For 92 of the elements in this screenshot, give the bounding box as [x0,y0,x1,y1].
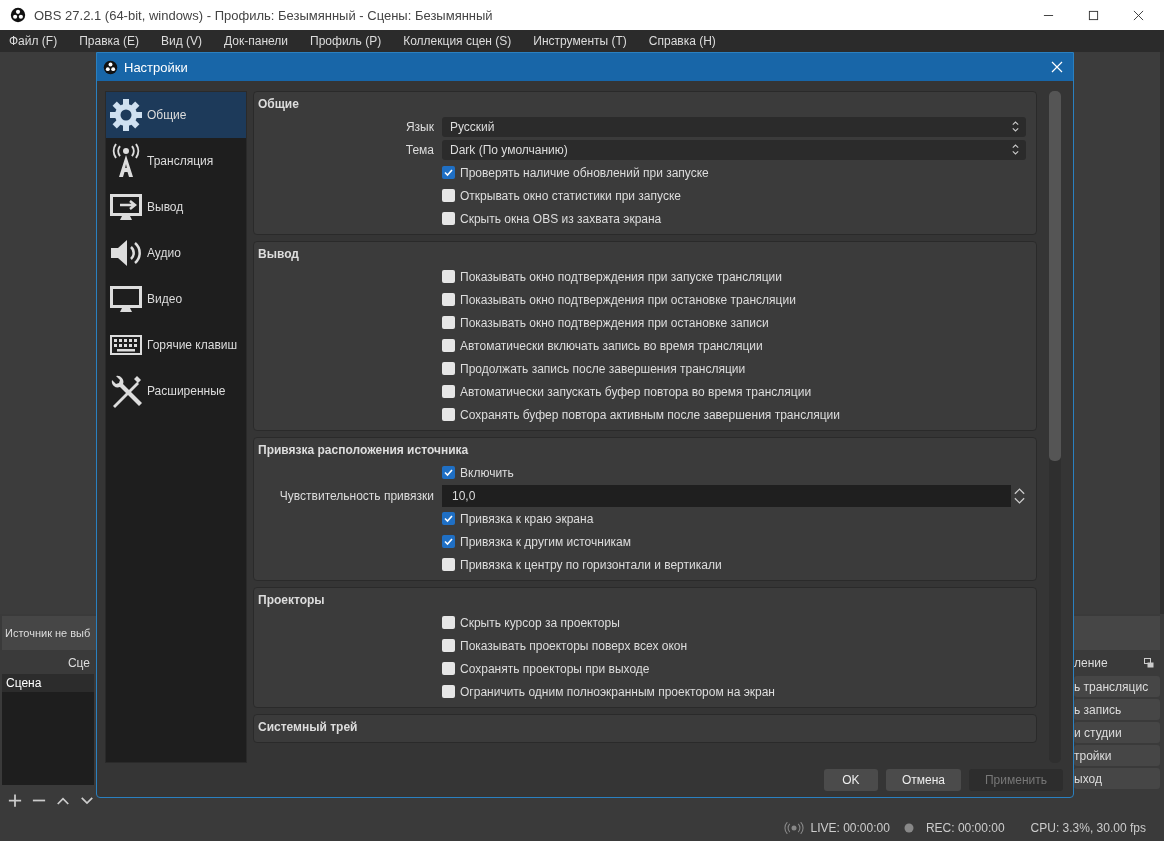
close-icon[interactable] [1133,9,1144,21]
window-title: OBS 27.2.1 (64-bit, windows) - Профиль: Безымянный - Сцены: Безымянный [34,7,494,23]
app-logo-icon [10,7,26,23]
broadcast-icon [784,822,805,834]
category-item[interactable]: Видео [106,276,246,322]
app-logo-icon [103,59,118,75]
checkbox[interactable] [442,212,455,225]
checkbox-label: Автоматически включать запись во время трансляции [460,338,763,353]
checkbox[interactable] [442,466,455,479]
menu-item[interactable]: Файл (F) [9,34,58,48]
control-button[interactable]: и студии [1074,722,1160,743]
control-button[interactable]: тройки [1074,745,1160,766]
gear-icon [108,97,144,133]
decrement-icon[interactable] [1013,495,1026,506]
menu-item[interactable]: Справка (H) [648,34,716,48]
source-label: Источник не выб [4,627,91,639]
field-label: Язык [404,119,434,134]
checkbox[interactable] [442,408,455,421]
control-button[interactable]: ь запись [1074,699,1160,720]
checkbox[interactable] [442,339,455,352]
checkbox-label: Показывать окно подтверждения при остановке записи [460,315,769,330]
menu-item[interactable]: Вид (V) [161,34,203,48]
checkbox-label: Показывать окно подтверждения при остановке трансляции [460,292,796,307]
dropdown[interactable]: Dark (По умолчанию) [442,139,1026,160]
checkbox-label: Ограничить одним полноэкранным проектором на экран [460,684,775,699]
group-title: Привязка расположения источника [258,442,470,459]
number-field[interactable]: 10,0 [442,484,1011,507]
control-button[interactable]: ыход [1074,768,1160,789]
checkbox-label: Привязка к центру по горизонтали и вертикали [460,557,722,572]
checkbox[interactable] [442,639,455,652]
scene-item[interactable]: Сцена [2,674,94,692]
checkbox-label: Включить [460,465,514,480]
checkbox[interactable] [442,293,455,306]
checkbox[interactable] [442,270,455,283]
checkbox-label: Продолжать запись после завершения трансляции [460,361,746,376]
maximize-icon[interactable] [1088,9,1099,21]
checkbox[interactable] [442,362,455,375]
checkbox[interactable] [442,662,455,675]
panel-header: ление [1074,656,1108,670]
group-title: Вывод [258,246,300,263]
checkbox-label: Привязка к другим источникам [460,534,632,549]
checkbox-label: Показывать окно подтверждения при запуске трансляции [460,269,783,284]
checkbox-label: Сохранять буфер повтора активным после завершения трансляции [460,407,840,422]
cpu-usage: CPU: 3.3%, 30.00 fps [1030,821,1146,835]
up-down-icon [1011,120,1020,133]
checkbox[interactable] [442,616,455,629]
category-item[interactable]: Расширенные [106,368,246,414]
scrollbar[interactable] [1049,91,1061,763]
category-item[interactable]: Трансляция [106,138,246,184]
checkbox-label: Сохранять проекторы при выходе [460,661,650,676]
checkbox-label: Открывать окно статистики при запуске [460,188,681,203]
menu-item[interactable]: Док-панели [224,34,289,48]
checkbox[interactable] [442,535,455,548]
checkbox-label: Скрыть окна OBS из захвата экрана [460,211,662,226]
checkbox-label: Проверять наличие обновлений при запуске [460,165,709,180]
rec-time: REC: 00:00:00 [925,821,1005,835]
checkbox[interactable] [442,316,455,329]
checkbox-label: Скрыть курсор за проекторы [460,615,620,630]
dialog-button[interactable]: Отмена [885,769,961,791]
checkbox[interactable] [442,512,455,525]
group-title: Системный трей [258,719,359,736]
live-time: LIVE: 00:00:00 [810,821,890,835]
category-item[interactable]: Аудио [106,230,246,276]
record-dot-icon [903,823,914,833]
category-item[interactable]: Общие [106,92,246,138]
category-item[interactable]: Вывод [106,184,246,230]
group-title: Общие [258,96,300,113]
float-icon[interactable] [1144,658,1154,668]
add-icon[interactable] [8,792,22,808]
control-button[interactable]: ь трансляцис [1074,676,1160,697]
dialog-title: Настройки [124,59,189,75]
dropdown[interactable]: Русский [442,116,1026,137]
checkbox[interactable] [442,685,455,698]
field-label: Чувствительность привязки [278,488,434,503]
field-label: Тема [404,142,434,157]
menu-item[interactable]: Профиль (P) [310,34,382,48]
group-title: Проекторы [258,592,326,609]
menu-item[interactable]: Инструменты (T) [533,34,627,48]
checkbox-label: Автоматически запускать буфер повтора во время трансляции [460,384,812,399]
checkbox[interactable] [442,558,455,571]
checkbox-label: Привязка к краю экрана [460,511,594,526]
increment-icon[interactable] [1013,485,1026,496]
checkbox-label: Показывать проекторы поверх всех окон [460,638,688,653]
dialog-button[interactable]: OK [823,769,878,791]
up-down-icon [1011,143,1020,156]
menu-item[interactable]: Правка (E) [79,34,140,48]
checkbox[interactable] [442,385,455,398]
menu-item[interactable]: Коллекция сцен (S) [403,34,512,48]
panel-header: Сце [67,656,90,670]
checkbox[interactable] [442,189,455,202]
category-item[interactable]: Горячие клавиш [106,322,246,368]
checkbox[interactable] [442,166,455,179]
